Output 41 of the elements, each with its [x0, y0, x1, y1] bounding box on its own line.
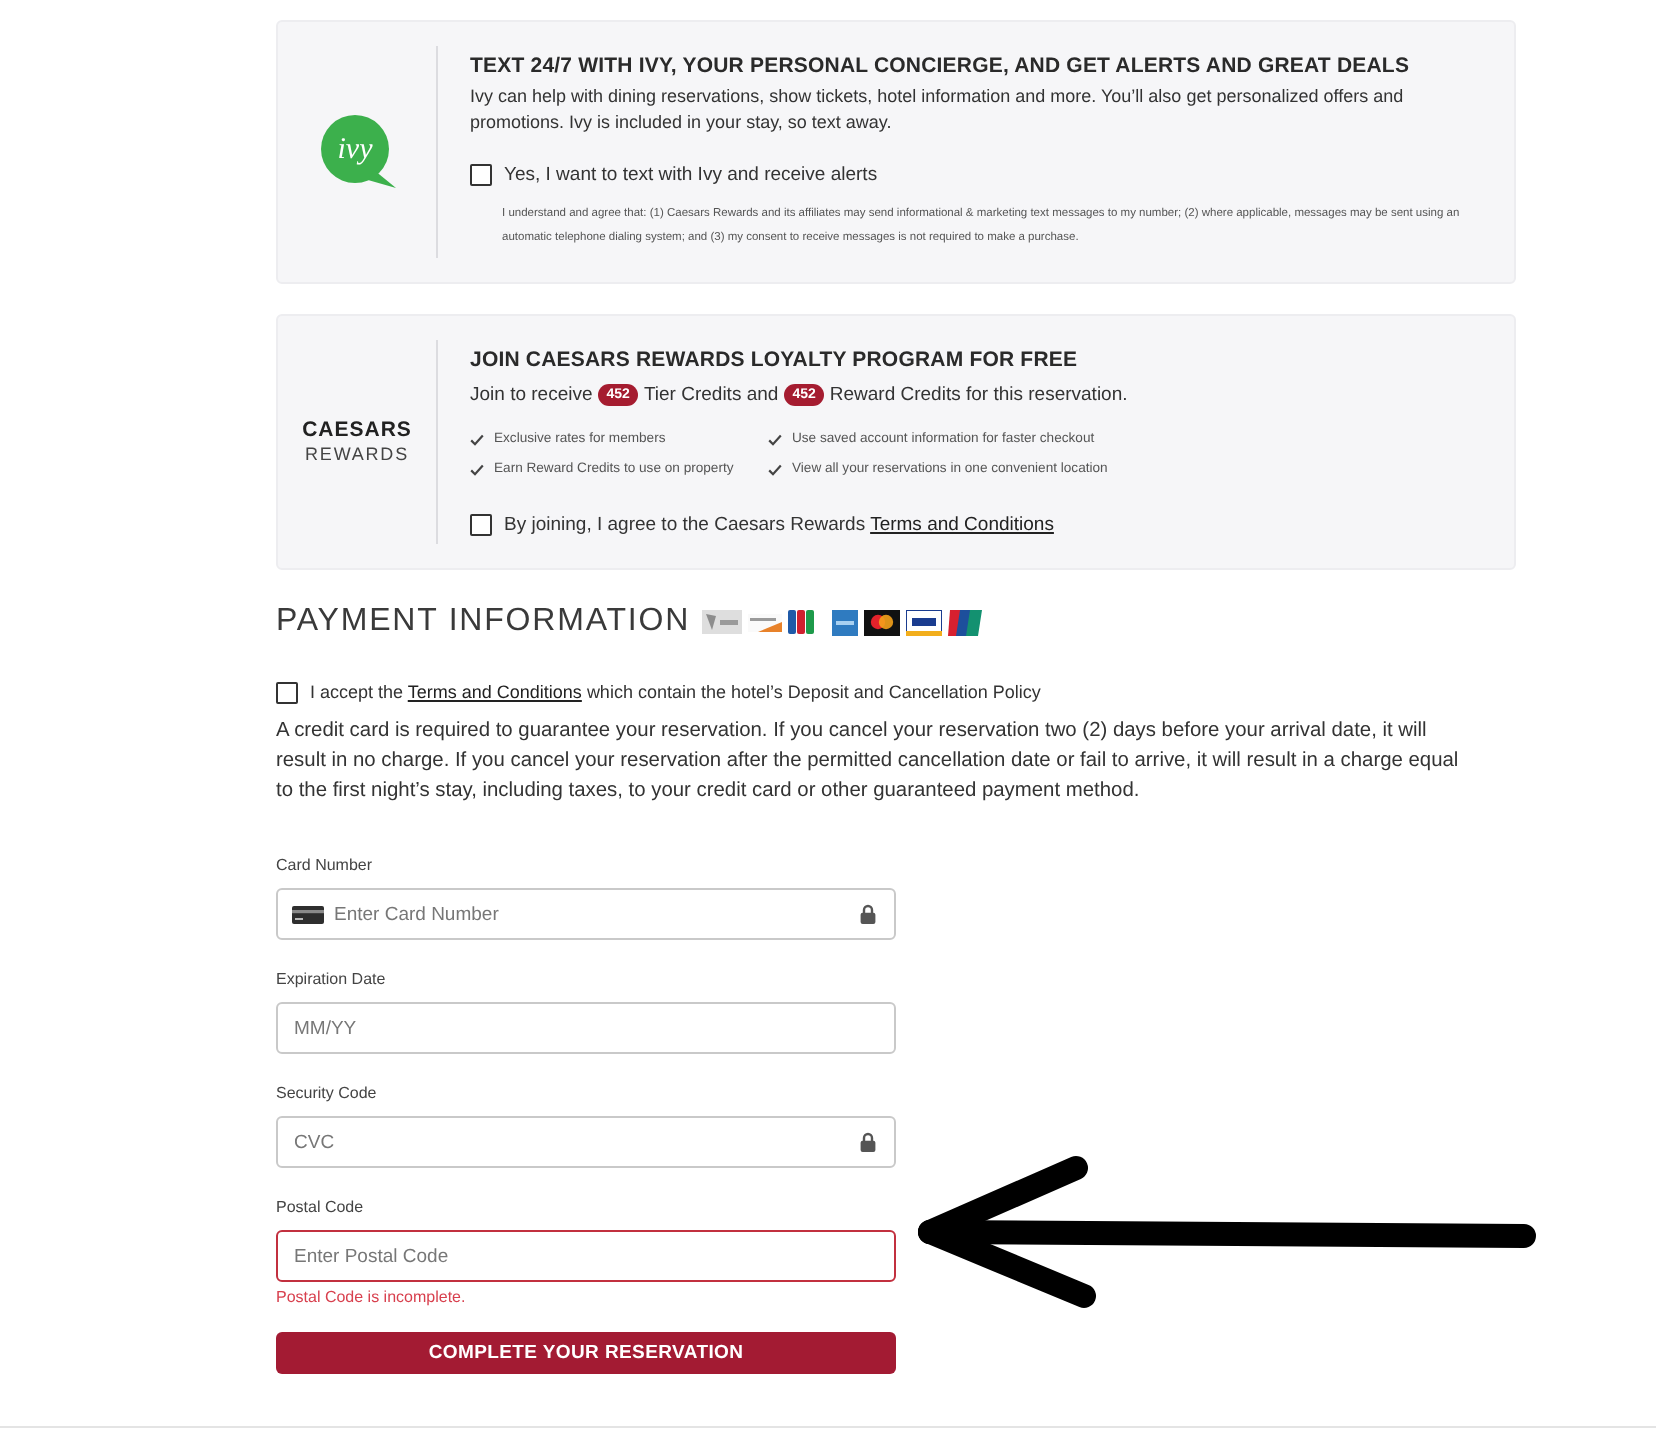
rewards-logo: CAESARS REWARDS [302, 418, 412, 466]
card-brand-icon [948, 609, 983, 635]
check-icon [768, 433, 782, 445]
policy-text: A credit card is required to guarantee your reservation. If you cancel your reservation two (2) days before your arrival date, it will result in no charge. If you cancel your reservation after the permitted cancellation date or fail to arrive, it will result in a charge equal to the first night’s stay, including taxes, to your credit card or other guaranteed payment method. [276, 718, 1461, 806]
section-heading: PAYMENT INFORMATION [276, 604, 691, 640]
card-brand-icon [906, 609, 943, 635]
terms-link[interactable]: Terms and Conditions [870, 513, 1054, 535]
card-brand-icon [702, 610, 743, 634]
field-label: Expiration Date [276, 968, 388, 990]
input-field[interactable]: Enter Card Number [276, 888, 896, 940]
check-icon [768, 463, 782, 475]
check-icon [470, 463, 484, 475]
agreement-text[interactable]: By joining, I agree to the Caesars Rewards Terms and Conditions [504, 513, 1054, 535]
submit-button[interactable]: COMPLETE YOUR RESERVATION [276, 1332, 896, 1374]
error-message: Postal Code is incomplete. [276, 1288, 468, 1308]
check-icon [470, 433, 484, 445]
offer-text: Tier Credits and [643, 383, 779, 405]
card-brand-icon [788, 610, 815, 634]
ivy-logo: ivy [319, 114, 395, 190]
checkbox-label[interactable]: Yes, I want to text with Ivy and receive alerts [504, 163, 878, 185]
checkbox[interactable] [470, 163, 492, 185]
field-label: Card Number [276, 854, 375, 876]
card-title: JOIN CAESARS REWARDS LOYALTY PROGRAM FOR FREE [470, 346, 1078, 374]
field-label: Security Code [276, 1082, 379, 1104]
card-brand-icon [748, 613, 783, 631]
input-field[interactable]: CVC [276, 1116, 896, 1168]
terms-link[interactable]: Terms and Conditions [407, 682, 582, 702]
terms-text[interactable]: I accept the Terms and Conditions which contain the hotel’s Deposit and Cancellation Policy [310, 682, 1041, 702]
checkbox[interactable] [276, 681, 298, 703]
card-description: Ivy can help with dining reservations, show tickets, hotel information and more. You’ll also get personalized offers and promotions. Ivy is included in your stay, so text away. [470, 84, 1406, 136]
card-brand-icon [864, 609, 901, 635]
checkbox[interactable] [470, 513, 492, 535]
card-brand-icon [832, 609, 859, 635]
lock-icon [860, 904, 876, 924]
offer-text: Join to receive [470, 383, 593, 405]
lock-icon [860, 1132, 876, 1152]
offer-text: Reward Credits for this reservation. [829, 383, 1128, 405]
input-field[interactable]: MM/YY [276, 1002, 896, 1054]
card-title: TEXT 24/7 WITH IVY, YOUR PERSONAL CONCIERGE, AND GET ALERTS AND GREAT DEALS [470, 52, 1410, 80]
input-field[interactable]: Enter Postal Code [276, 1230, 896, 1282]
field-label: Postal Code [276, 1196, 366, 1218]
